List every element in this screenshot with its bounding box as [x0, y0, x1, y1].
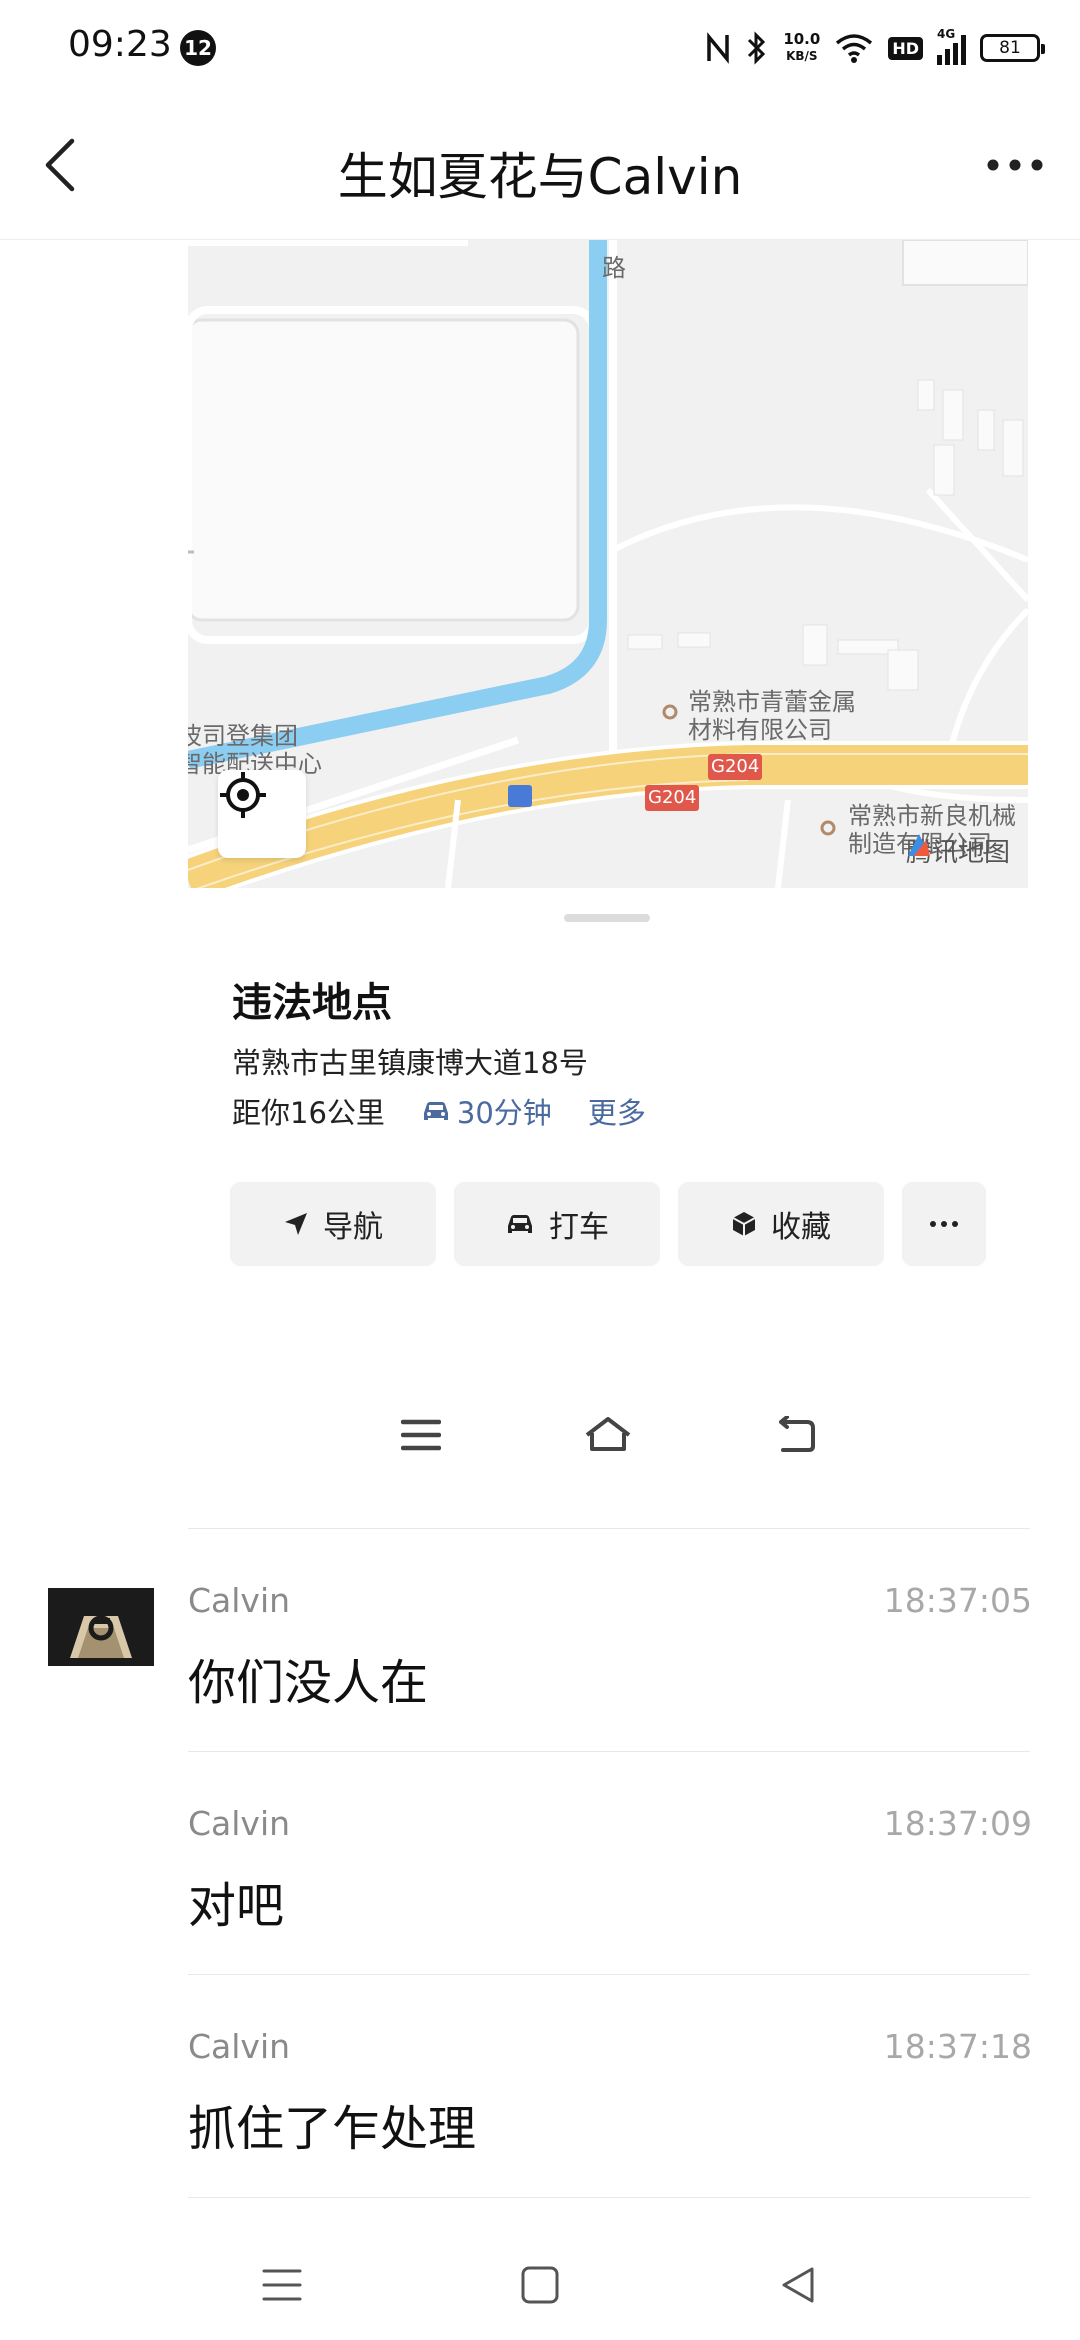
chat-header: 生如夏花与Calvin [0, 95, 1080, 240]
message-time: 18:37:09 [883, 1804, 1032, 1843]
network-speed-value: 10.0 [783, 30, 821, 48]
locate-me-button[interactable] [218, 770, 306, 858]
cube-icon [732, 1212, 756, 1236]
navigate-button-label: 导航 [323, 1210, 383, 1245]
page-title: 生如夏花与Calvin [337, 148, 743, 206]
taxi-button-label: 打车 [549, 1210, 609, 1245]
sender-name: Calvin [188, 2027, 291, 2066]
message-time: 18:37:18 [883, 2027, 1032, 2066]
system-back-button[interactable] [753, 2240, 843, 2330]
location-actions: 导航 打车 收藏 [230, 1182, 986, 1266]
poi-label-qinglei-line2: 材料有限公司 [688, 716, 832, 744]
system-navigation-bar [0, 2230, 1080, 2340]
taxi-button[interactable]: 打车 [454, 1182, 660, 1266]
poi-label-xinliang-line1: 常熟市新良机械 [848, 802, 1016, 830]
message-text: 对吧 [188, 1878, 285, 1934]
drive-time-link[interactable]: 30分钟 [421, 1090, 552, 1132]
home-icon [585, 1417, 631, 1451]
message-time: 18:37:05 [883, 1581, 1032, 1620]
cellular-signal: 4G [937, 27, 966, 65]
status-icons: 10.0 KB/S HD 4G 81 [705, 26, 1045, 70]
square-home-icon [521, 2266, 559, 2304]
menu-icon [262, 2269, 302, 2301]
navigate-button[interactable]: 导航 [230, 1182, 436, 1266]
distance-row: 距你16公里 30分钟 更多 [232, 1090, 646, 1132]
bluetooth-icon [748, 31, 766, 65]
menu-icon [401, 1419, 441, 1451]
triangle-back-icon [782, 2267, 814, 2303]
message-item[interactable]: Calvin 18:37:18 抓住了乍处理 [0, 1975, 1080, 2198]
car-icon [508, 1215, 532, 1233]
map-provider-logo: 腾讯地图 [906, 832, 1010, 869]
distance-text: 距你16公里 [232, 1096, 385, 1130]
sender-name: Calvin [188, 1804, 291, 1843]
sender-name: Calvin [188, 1581, 291, 1620]
back-nav-item[interactable] [750, 1390, 840, 1480]
map-canvas [188, 240, 1028, 888]
avatar-image [48, 1588, 154, 1666]
status-bar: 09:23 12 10.0 KB/S HD 4G 81 [0, 0, 1080, 95]
network-speed-unit: KB/S [786, 49, 818, 63]
place-address: 常熟市古里镇康博大道18号 [232, 1046, 588, 1080]
favorite-button[interactable]: 收藏 [678, 1182, 884, 1266]
network-type-label: 4G [937, 27, 956, 41]
more-options-button[interactable] [980, 135, 1050, 195]
place-name: 违法地点 [232, 980, 392, 1026]
hd-voice-badge: HD [888, 36, 923, 60]
ellipsis-icon [930, 1221, 958, 1227]
return-icon [779, 1416, 815, 1452]
poi-label-bosideng-line1: 波司登集团 [188, 722, 298, 750]
avatar[interactable] [48, 1588, 154, 1666]
car-icon [423, 1102, 448, 1120]
menu-nav-item[interactable] [376, 1390, 466, 1480]
wifi-icon [836, 34, 873, 63]
divider [188, 2197, 1030, 2198]
message-text: 抓住了乍处理 [188, 2101, 477, 2157]
drag-handle[interactable] [564, 914, 650, 922]
message-item[interactable]: Calvin 18:37:05 你们没人在 [0, 1529, 1080, 1752]
home-button[interactable] [495, 2240, 585, 2330]
network-speed: 10.0 KB/S [783, 31, 820, 65]
home-nav-item[interactable] [563, 1390, 653, 1480]
more-actions-button[interactable] [902, 1182, 986, 1266]
g204-shield-label-2: G204 [648, 787, 697, 808]
map-view[interactable]: 路 G204 G204 常熟市青蕾金属 材料有限公司 常熟市新良机械 制造有限公… [188, 240, 1028, 888]
nfc-icon [707, 32, 730, 64]
g204-shield-label-1: G204 [711, 756, 760, 777]
ellipsis-icon [987, 159, 1043, 171]
poi-label-qinglei-line1: 常熟市青蕾金属 [688, 688, 856, 716]
more-routes-link[interactable]: 更多 [588, 1090, 646, 1132]
message-item[interactable]: Calvin 18:37:09 对吧 [0, 1752, 1080, 1975]
tencent-map-logo-icon [907, 834, 930, 856]
favorite-button-label: 收藏 [771, 1210, 831, 1245]
status-time: 09:23 [68, 24, 172, 65]
message-list: Calvin 18:37:05 你们没人在 Calvin 18:37:09 对吧… [0, 1529, 1080, 2198]
crosshair-icon [220, 772, 266, 818]
navigation-arrow-icon [285, 1213, 307, 1235]
notification-count-badge: 12 [180, 30, 216, 66]
shared-screenshot-nav-row [0, 1390, 1080, 1480]
drive-time-text: 30分钟 [456, 1096, 552, 1130]
recents-button[interactable] [237, 2240, 327, 2330]
road-label: 路 [602, 254, 626, 282]
poi-label-qinglei: 常熟市青蕾金属 材料有限公司 [688, 688, 856, 744]
location-card[interactable]: 路 G204 G204 常熟市青蕾金属 材料有限公司 常熟市新良机械 制造有限公… [188, 240, 1028, 1290]
battery-indicator: 81 [980, 34, 1045, 62]
message-text: 你们没人在 [188, 1655, 429, 1711]
